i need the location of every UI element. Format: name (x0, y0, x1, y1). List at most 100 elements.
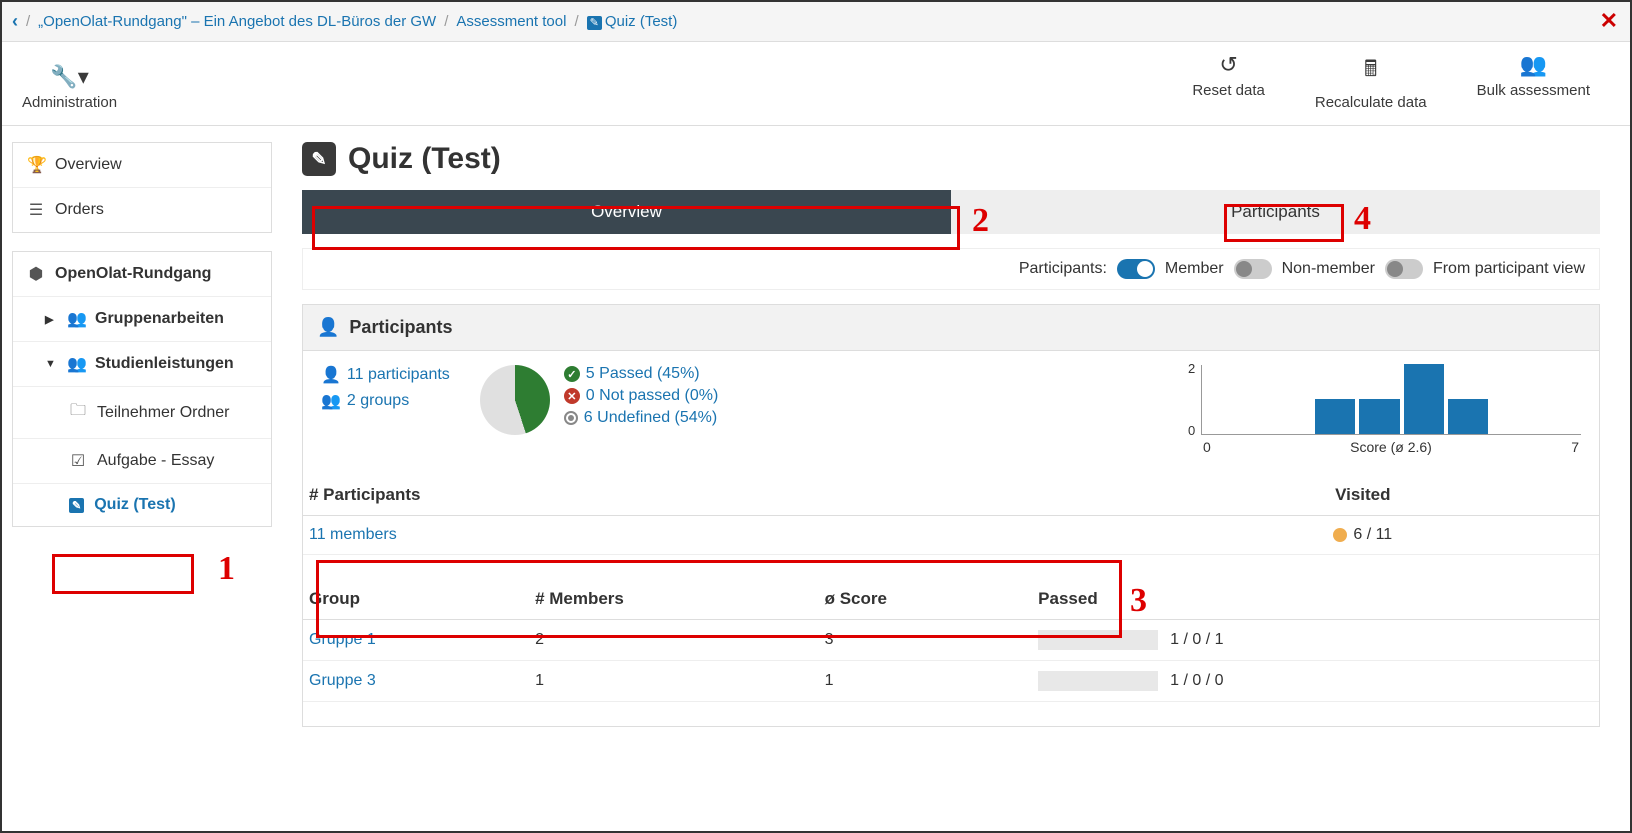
caret-down-icon: ▼ (45, 358, 57, 370)
group-link[interactable]: Gruppe 1 (309, 631, 376, 648)
administration-button[interactable]: 🔧▾ Administration (22, 64, 117, 111)
passed-cell: 1 / 0 / 0 (1032, 661, 1599, 702)
bulk-label: Bulk assessment (1477, 82, 1590, 99)
sidebar-course-root[interactable]: ⬢ OpenOlat-Rundgang (13, 252, 271, 297)
legend-undefined-text: 6 Undefined (54%) (584, 409, 717, 427)
sidebar-studienleistungen[interactable]: ▼ 👥 Studienleistungen (13, 342, 271, 387)
toolbar: 🔧▾ Administration ↺ Reset data 🖩 Recalcu… (2, 42, 1630, 126)
col-participants: # Participants (303, 475, 1127, 516)
user-icon: 👤 (317, 317, 339, 338)
participant-filters: Participants: Member Non-member From par… (302, 248, 1600, 290)
groups-count-text: 2 groups (347, 392, 409, 410)
panel-header: 👤 Participants (303, 305, 1599, 351)
group-icon: 👥 (67, 309, 85, 329)
groups-table: Group # Members ø Score Passed Gruppe 12… (303, 579, 1599, 702)
cube-icon: ⬢ (27, 264, 45, 284)
bar (1359, 399, 1399, 434)
pencil-icon: ✎ (587, 16, 602, 30)
sidebar-folder-label: Teilnehmer Ordner (97, 404, 230, 422)
caret-right-icon: ▶ (45, 313, 57, 326)
sidebar-panel-nav: 🏆 Overview ☰ Orders (12, 142, 272, 233)
breadcrumb-quiz-label: Quiz (Test) (605, 13, 678, 30)
user-icon: 👤 (321, 365, 341, 385)
breadcrumb-bar: ‹ / „OpenOlat-Rundgang" – Ein Angebot de… (2, 2, 1630, 42)
sidebar-quiz-test[interactable]: ✎ Quiz (Test) (13, 484, 271, 526)
xtick-left: 0 (1203, 439, 1211, 455)
panel-body: 👤 11 participants 👥 2 groups ✓ 5 Passed … (303, 351, 1599, 475)
groups-count-link[interactable]: 👥 2 groups (321, 391, 450, 411)
participants-count-link[interactable]: 👤 11 participants (321, 365, 450, 385)
breadcrumb-tool[interactable]: Assessment tool (456, 13, 566, 30)
pencil-icon: ✎ (69, 498, 84, 513)
sidebar-gruppenarbeiten[interactable]: ▶ 👥 Gruppenarbeiten (13, 297, 271, 342)
sidebar-aufgabe-essay[interactable]: ☑ Aufgabe - Essay (13, 439, 271, 484)
filter-member-label: Member (1165, 260, 1224, 278)
ytick-bottom: 0 (1188, 423, 1195, 438)
list-icon: ☰ (27, 200, 45, 220)
breadcrumb-sep: / (26, 13, 30, 30)
close-icon[interactable]: ✕ (1600, 8, 1618, 34)
page-title: ✎ Quiz (Test) (302, 142, 1600, 176)
group-icon: 👥 (67, 354, 85, 374)
main-content: ✎ Quiz (Test) Overview Participants Part… (302, 142, 1620, 747)
page-title-text: Quiz (Test) (348, 142, 501, 176)
dot-icon (564, 411, 578, 425)
breadcrumb-sep: / (574, 13, 578, 30)
participants-table: # Participants Visited 11 members 6 / 11 (303, 475, 1599, 555)
breadcrumb: ‹ / „OpenOlat-Rundgang" – Ein Angebot de… (12, 11, 677, 32)
users-icon: 👥 (1520, 52, 1547, 78)
members-link[interactable]: 11 members (309, 526, 397, 543)
sidebar-orders-label: Orders (55, 201, 104, 219)
col-passed: Passed (1032, 579, 1599, 620)
sidebar-essay-label: Aufgabe - Essay (97, 452, 214, 470)
recalculate-button[interactable]: 🖩 Recalculate data (1315, 52, 1427, 111)
table-row: Gruppe 1231 / 0 / 1 (303, 620, 1599, 661)
x-axis: 0 Score (ø 2.6) 7 (1201, 439, 1581, 455)
legend-undefined[interactable]: 6 Undefined (54%) (564, 409, 719, 427)
back-chevron-icon[interactable]: ‹ (12, 11, 18, 32)
check-icon: ✓ (564, 366, 580, 382)
members-cell: 1 (529, 661, 819, 702)
legend-notpassed-text: 0 Not passed (0%) (586, 387, 719, 405)
x-icon: ✕ (564, 388, 580, 404)
bar (1448, 399, 1488, 434)
score-cell: 1 (819, 661, 1033, 702)
bulk-assessment-button[interactable]: 👥 Bulk assessment (1477, 52, 1590, 111)
administration-label: Administration (22, 94, 117, 111)
tab-participants[interactable]: Participants (951, 190, 1600, 234)
trophy-icon: 🏆 (27, 155, 45, 175)
sidebar-teilnehmer-ordner[interactable]: 🗀 Teilnehmer Ordner (13, 387, 271, 439)
participants-panel: 👤 Participants 👤 11 participants 👥 2 gro… (302, 304, 1600, 727)
sidebar-overview[interactable]: 🏆 Overview (13, 143, 271, 188)
pencil-icon: ✎ (302, 142, 336, 176)
legend-passed-text: 5 Passed (45%) (586, 365, 700, 383)
legend-notpassed[interactable]: ✕ 0 Not passed (0%) (564, 387, 719, 405)
sidebar-study-label: Studienleistungen (95, 355, 234, 373)
toggle-nonmember[interactable] (1234, 259, 1272, 279)
pie-legend: ✓ 5 Passed (45%) ✕ 0 Not passed (0%) 6 U… (564, 365, 719, 427)
bar-area: 2 0 (1201, 365, 1581, 435)
breadcrumb-course[interactable]: „OpenOlat-Rundgang" – Ein Angebot des DL… (38, 13, 436, 30)
toggle-member[interactable] (1117, 259, 1155, 279)
undo-icon: ↺ (1219, 52, 1237, 78)
tab-overview[interactable]: Overview (302, 190, 951, 234)
ytick-top: 2 (1188, 361, 1195, 376)
breadcrumb-sep: / (444, 13, 448, 30)
members-cell: 2 (529, 620, 819, 661)
breadcrumb-quiz[interactable]: ✎Quiz (Test) (587, 13, 678, 30)
pass-text: 1 / 0 / 1 (1170, 631, 1223, 648)
xtick-right: 7 (1571, 439, 1579, 455)
group-link[interactable]: Gruppe 3 (309, 672, 376, 689)
pass-pie-chart (480, 365, 550, 435)
reset-data-button[interactable]: ↺ Reset data (1192, 52, 1265, 111)
toggle-fromview[interactable] (1385, 259, 1423, 279)
visited-text: 6 / 11 (1353, 526, 1392, 543)
progress-bar (1038, 630, 1158, 650)
col-visited: Visited (1127, 475, 1599, 516)
legend-passed[interactable]: ✓ 5 Passed (45%) (564, 365, 719, 383)
checklist-icon: ☑ (69, 451, 87, 471)
filter-label: Participants: (1019, 260, 1107, 278)
stats-column: 👤 11 participants 👥 2 groups (321, 365, 450, 411)
sidebar-orders[interactable]: ☰ Orders (13, 188, 271, 232)
users-icon: 👥 (321, 391, 341, 411)
